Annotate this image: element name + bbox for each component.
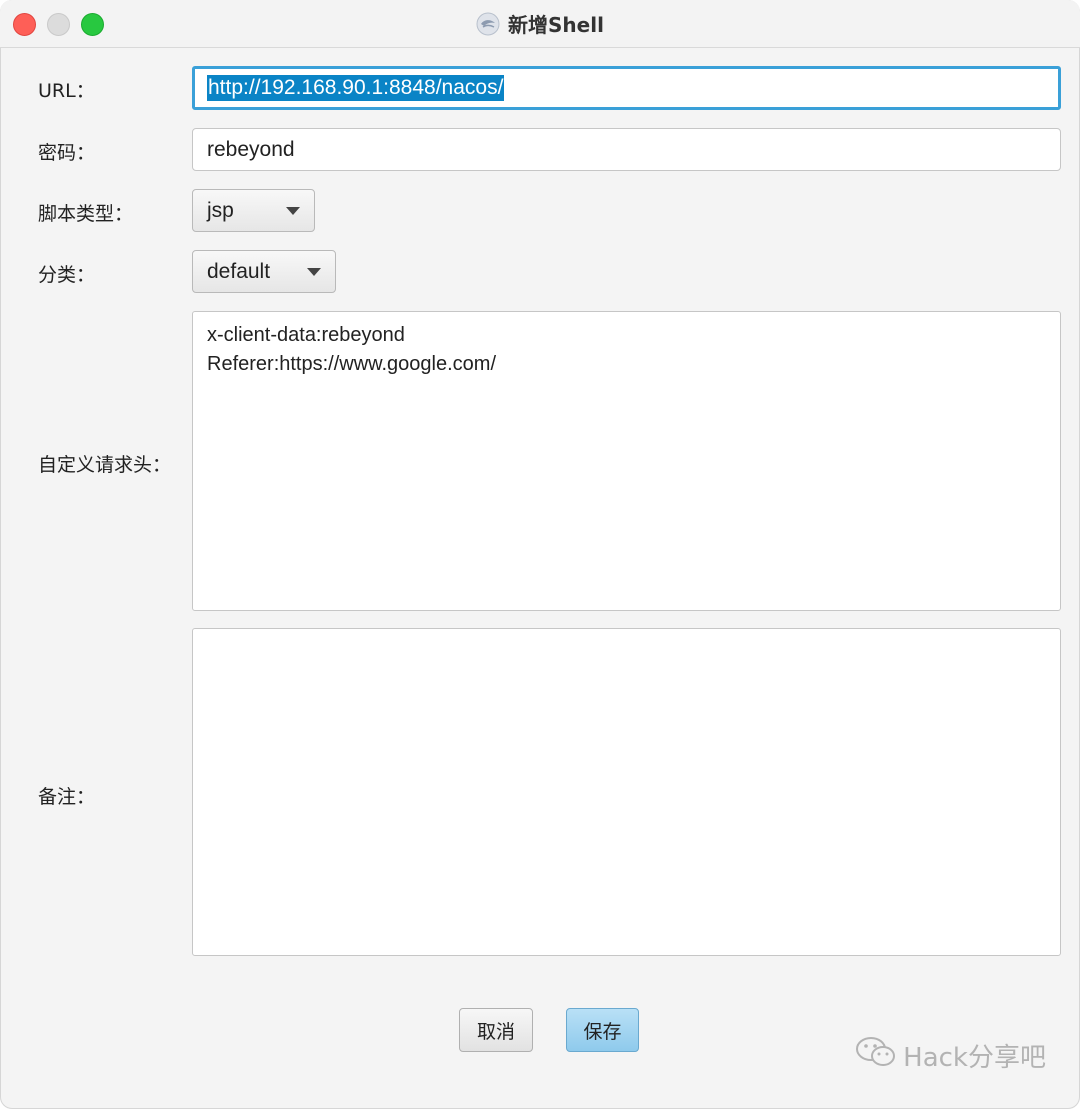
chevron-down-icon xyxy=(307,268,321,276)
script-type-label: 脚本类型： xyxy=(38,203,134,225)
category-value: default xyxy=(207,259,271,283)
title-bar: 新增Shell xyxy=(0,0,1080,48)
url-input[interactable]: http://192.168.90.1:8848/nacos/ xyxy=(192,66,1061,110)
header-line: x-client-data:rebeyond xyxy=(207,324,405,346)
category-select[interactable]: default xyxy=(192,250,336,293)
password-input-value: rebeyond xyxy=(207,137,295,161)
watermark: Hack分享吧 xyxy=(855,1035,1046,1076)
app-logo-icon xyxy=(476,12,500,36)
notes-label: 备注： xyxy=(38,786,96,808)
new-shell-dialog: 新增Shell URL： http://192.168.90.1:8848/na… xyxy=(0,0,1080,1109)
chevron-down-icon xyxy=(286,207,300,215)
password-input[interactable]: rebeyond xyxy=(192,128,1061,171)
url-input-value: http://192.168.90.1:8848/nacos/ xyxy=(207,75,505,101)
headers-textarea[interactable]: x-client-data:rebeyond Referer:https://w… xyxy=(192,311,1061,611)
watermark-text: Hack分享吧 xyxy=(903,1043,1046,1073)
headers-label: 自定义请求头： xyxy=(38,454,172,476)
script-type-select[interactable]: jsp xyxy=(192,189,315,232)
title-wrap: 新增Shell xyxy=(0,0,1080,47)
save-button[interactable]: 保存 xyxy=(566,1008,639,1052)
category-label: 分类： xyxy=(38,264,96,286)
notes-textarea[interactable] xyxy=(192,628,1061,956)
window-title: 新增Shell xyxy=(508,13,604,37)
password-label: 密码： xyxy=(38,142,96,164)
header-line: Referer:https://www.google.com/ xyxy=(207,353,497,375)
cancel-button[interactable]: 取消 xyxy=(459,1008,533,1052)
script-type-value: jsp xyxy=(207,198,234,222)
wechat-icon xyxy=(855,1035,897,1076)
url-label: URL： xyxy=(38,80,95,102)
